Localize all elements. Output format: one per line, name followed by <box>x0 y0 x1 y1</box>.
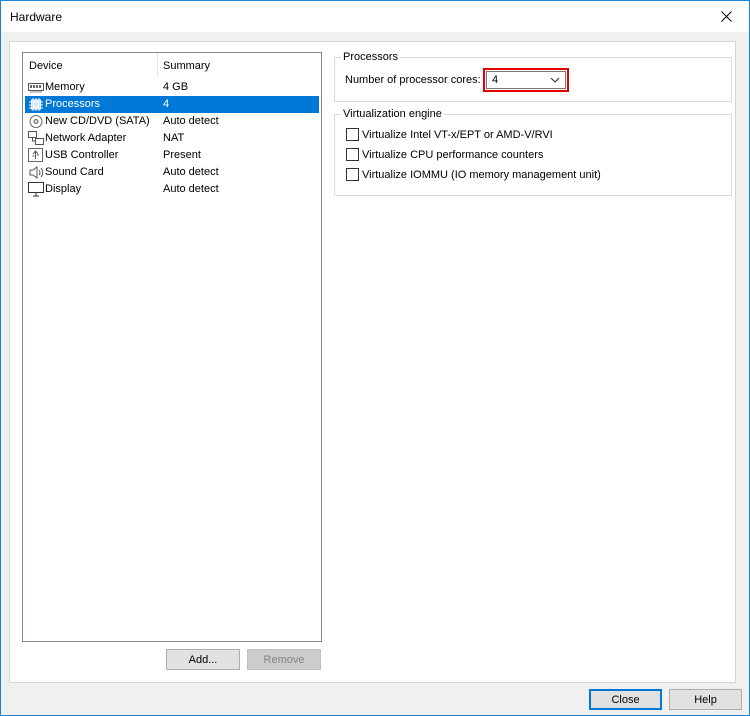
device-name: Display <box>45 183 82 195</box>
vtx-label[interactable]: Virtualize Intel VT-x/EPT or AMD-V/RVI <box>362 129 553 141</box>
memory-icon <box>28 80 44 95</box>
device-name: Sound Card <box>45 166 104 178</box>
close-button[interactable]: Close <box>589 689 662 710</box>
column-divider[interactable] <box>157 53 158 77</box>
device-name: Processors <box>45 98 101 110</box>
device-row-network-adapter[interactable]: Network Adapter NAT <box>25 130 319 147</box>
title-bar: Hardware <box>1 1 749 32</box>
device-summary: 4 GB <box>163 81 189 93</box>
help-button[interactable]: Help <box>669 689 742 710</box>
device-row-display[interactable]: Display Auto detect <box>25 181 319 198</box>
close-window-icon[interactable] <box>703 1 749 32</box>
cores-value: 4 <box>492 74 499 86</box>
cpu-counters-checkbox[interactable] <box>346 148 359 161</box>
cpu-counters-label[interactable]: Virtualize CPU performance counters <box>362 149 543 161</box>
device-summary: Auto detect <box>163 166 219 178</box>
remove-device-button[interactable]: Remove <box>247 649 321 670</box>
device-row-processors[interactable]: Processors 4 <box>25 96 319 113</box>
device-name: Network Adapter <box>45 132 127 144</box>
processor-cores-select[interactable]: 4 <box>483 68 569 92</box>
iommu-checkbox[interactable] <box>346 168 359 181</box>
cores-label: Number of processor cores: <box>345 74 481 86</box>
device-name: New CD/DVD (SATA) <box>45 115 150 127</box>
list-header: Device Summary <box>23 53 321 77</box>
window-title: Hardware <box>10 10 63 24</box>
cd-dvd-icon <box>28 114 44 129</box>
device-summary: Auto detect <box>163 115 219 127</box>
usb-icon <box>28 148 44 163</box>
processors-group-label: Processors <box>341 51 401 63</box>
device-summary: Auto detect <box>163 183 219 195</box>
device-name: USB Controller <box>45 149 119 161</box>
device-row-memory[interactable]: Memory 4 GB <box>25 79 319 96</box>
iommu-label[interactable]: Virtualize IOMMU (IO memory management u… <box>362 169 601 181</box>
device-summary: Present <box>163 149 201 161</box>
device-list[interactable]: Device Summary Memory 4 GB Processors 4 <box>22 52 322 642</box>
column-header-device[interactable]: Device <box>29 60 63 72</box>
add-device-button[interactable]: Add... <box>166 649 240 670</box>
device-name: Memory <box>45 81 85 93</box>
vtx-checkbox[interactable] <box>346 128 359 141</box>
processor-icon <box>28 97 44 112</box>
device-row-usb-controller[interactable]: USB Controller Present <box>25 147 319 164</box>
display-icon <box>28 182 44 197</box>
device-row-sound-card[interactable]: Sound Card Auto detect <box>25 164 319 181</box>
device-summary: 4 <box>163 98 170 110</box>
virtualization-group-label: Virtualization engine <box>341 108 444 120</box>
hardware-dialog: Hardware Device Summary Memory 4 GB Proc… <box>0 0 750 716</box>
network-adapter-icon <box>28 131 44 146</box>
sound-card-icon <box>28 165 44 180</box>
device-summary: NAT <box>163 132 185 144</box>
column-header-summary[interactable]: Summary <box>163 60 210 72</box>
device-row-cd-dvd[interactable]: New CD/DVD (SATA) Auto detect <box>25 113 319 130</box>
chevron-down-icon <box>550 75 560 88</box>
